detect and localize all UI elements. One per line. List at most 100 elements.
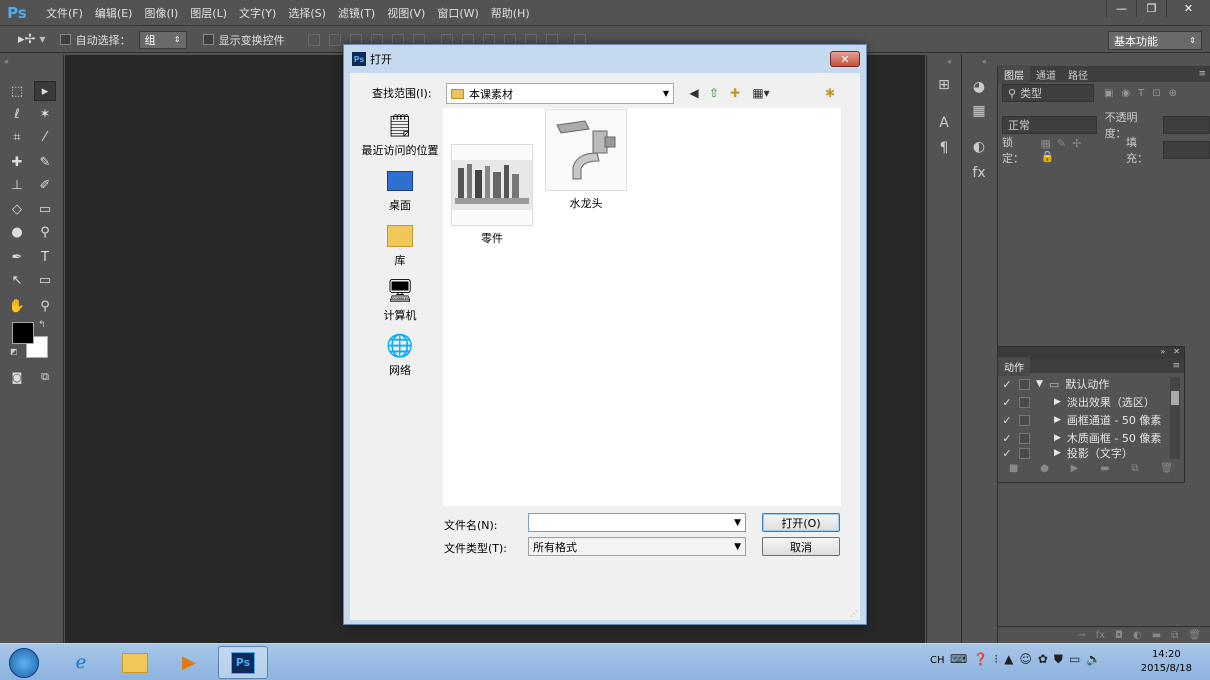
expand-triangle-icon[interactable]: ▼ — [1036, 379, 1043, 389]
show-transform-checkbox[interactable] — [202, 34, 214, 45]
expand-triangle-icon[interactable]: ▶ — [1054, 415, 1061, 425]
fill-field[interactable] — [1162, 141, 1210, 159]
dialog-toggle-box[interactable] — [1019, 432, 1030, 444]
collapse-icon[interactable]: » — [1160, 347, 1165, 359]
panel-menu-icon[interactable]: ≡ — [1198, 69, 1206, 79]
menu-edit[interactable]: 编辑(E) — [95, 5, 133, 21]
start-button[interactable] — [0, 646, 48, 679]
place-network[interactable]: 🌐 网络 — [360, 332, 440, 378]
foreground-color-swatch[interactable] — [12, 322, 34, 344]
quick-mask-icon[interactable]: ◙ — [6, 367, 28, 387]
default-colors-icon[interactable]: ◩ — [10, 347, 18, 356]
filter-icons[interactable]: ▣◉T⊡⊕ — [1104, 88, 1185, 99]
expand-triangle-icon[interactable]: ▶ — [1054, 433, 1061, 443]
file-explorer-icon[interactable] — [110, 646, 160, 679]
photoshop-taskbar-button[interactable]: Ps — [218, 646, 268, 679]
clone-stamp-tool-icon[interactable]: ⊥ — [6, 175, 28, 195]
menu-window[interactable]: 窗口(W) — [437, 5, 478, 21]
place-libraries[interactable]: 库 — [360, 222, 440, 268]
type-tool-icon[interactable]: T — [34, 247, 56, 267]
character-panel-icon[interactable]: A — [934, 113, 954, 133]
expand-triangle-icon[interactable]: ▶ — [1054, 448, 1061, 458]
tab-paths[interactable]: 路径 — [1062, 65, 1094, 84]
auto-select-dropdown[interactable]: 组 ⇕ — [138, 30, 187, 49]
place-recent[interactable]: 🗒 最近访问的位置 — [360, 112, 440, 158]
volume-icon[interactable]: 🔈 — [1086, 652, 1101, 667]
hand-tool-icon[interactable]: ✋ — [6, 296, 28, 316]
rectangle-tool-icon[interactable]: ▭ — [34, 270, 56, 290]
dialog-title-bar[interactable]: Ps 打开 — [344, 45, 866, 73]
up-folder-icon[interactable]: ⇧ — [706, 85, 722, 101]
workspace-dropdown[interactable]: 基本功能 ⇕ — [1108, 31, 1202, 50]
look-in-dropdown[interactable]: 本课素材 ▼ — [446, 83, 674, 104]
collapse-icon[interactable]: « — [982, 57, 987, 66]
crop-tool-icon[interactable]: ⌗ — [6, 127, 28, 147]
internet-explorer-icon[interactable]: ℯ — [56, 646, 106, 679]
brush-tool-icon[interactable]: ✎ — [34, 152, 56, 172]
delete-layer-icon[interactable]: 🗑 — [1188, 630, 1201, 641]
scrollbar-thumb[interactable] — [1171, 391, 1179, 405]
dialog-toggle-box[interactable] — [1019, 378, 1030, 390]
blur-tool-icon[interactable]: ● — [6, 222, 28, 242]
open-button[interactable]: 打开(O) — [762, 513, 840, 532]
add-mask-icon[interactable]: ◘ — [1115, 630, 1123, 641]
record-icon[interactable]: ● — [1040, 463, 1049, 474]
new-group-icon[interactable]: ▬ — [1152, 630, 1161, 641]
swap-colors-icon[interactable]: ↰ — [38, 320, 46, 330]
dialog-close-button[interactable]: ✕ — [830, 51, 860, 67]
gradient-tool-icon[interactable]: ▭ — [34, 199, 56, 219]
tray-menu-icon[interactable]: ⁝ — [994, 652, 998, 667]
link-layers-icon[interactable]: ⊸ — [1077, 630, 1085, 641]
chevron-down-icon[interactable]: ▼ — [734, 518, 741, 528]
dialog-toggle-box[interactable] — [1019, 447, 1030, 459]
favorites-icon[interactable]: ✱ — [822, 85, 838, 101]
eyedropper-tool-icon[interactable]: ⁄ — [34, 127, 56, 147]
check-icon[interactable]: ✓ — [998, 414, 1016, 427]
media-player-icon[interactable]: ▶ — [164, 646, 214, 679]
expand-triangle-icon[interactable]: ▶ — [1054, 397, 1061, 407]
action-row[interactable]: ✓ ▶ 淡出效果（选区） — [998, 393, 1170, 411]
layer-filter-dropdown[interactable]: ⚲ 类型 — [1002, 84, 1094, 102]
dialog-toggle-box[interactable] — [1019, 414, 1030, 426]
menu-view[interactable]: 视图(V) — [387, 5, 425, 21]
clock[interactable]: 14:20 2015/8/18 — [1141, 648, 1192, 676]
lock-icons[interactable]: ▦✎✢🔒 — [1041, 137, 1107, 163]
action-row[interactable]: ✓ ▼ ▭ 默认动作 — [998, 375, 1170, 393]
place-desktop[interactable]: 桌面 — [360, 167, 440, 213]
menu-filter[interactable]: 滤镜(T) — [338, 5, 375, 21]
close-window-button[interactable]: ✕ — [1166, 0, 1210, 17]
filename-input[interactable]: ▼ — [528, 513, 746, 532]
history-panel-icon[interactable]: ⊞ — [934, 75, 954, 95]
actions-scrollbar[interactable] — [1170, 377, 1180, 459]
menu-file[interactable]: 文件(F) — [46, 5, 83, 21]
history-brush-tool-icon[interactable]: ✐ — [34, 175, 56, 195]
file-list[interactable]: 零件 水龙头 — [443, 108, 841, 506]
screen-mode-icon[interactable]: ⧉ — [34, 367, 56, 387]
play-icon[interactable]: ▶ — [1071, 463, 1079, 474]
minimize-button[interactable]: — — [1106, 0, 1136, 17]
action-row[interactable]: ✓ ▶ 画框通道 - 50 像素 — [998, 411, 1170, 429]
tab-actions[interactable]: 动作 — [998, 356, 1030, 376]
collapse-icon[interactable]: « — [947, 57, 952, 66]
fx-icon[interactable]: fx — [1096, 630, 1105, 641]
stop-icon[interactable]: ■ — [1009, 463, 1018, 474]
keyboard-icon[interactable]: ⌨ — [950, 652, 967, 667]
swatches-panel-icon[interactable]: ▦ — [969, 101, 989, 121]
network-tray-icon[interactable]: ▭ — [1069, 652, 1080, 667]
move-tool-preset-icon[interactable]: ▸✢ — [18, 32, 35, 47]
new-set-icon[interactable]: ▬ — [1100, 463, 1109, 474]
show-hidden-icons[interactable]: ▲ — [1004, 652, 1013, 667]
path-selection-tool-icon[interactable]: ↖ — [6, 270, 28, 290]
resize-grip-icon[interactable]: ⋰ — [850, 609, 858, 618]
zoom-tool-icon[interactable]: ⚲ — [34, 296, 56, 316]
filetype-dropdown[interactable]: 所有格式 ▼ — [528, 537, 746, 556]
marquee-tool-icon[interactable]: ⬚ — [6, 81, 28, 101]
check-icon[interactable]: ✓ — [998, 378, 1016, 391]
action-row[interactable]: ✓ ▶ 木质画框 - 50 像素 — [998, 429, 1170, 447]
color-panel-icon[interactable]: ◕ — [969, 77, 989, 97]
check-icon[interactable]: ✓ — [998, 447, 1016, 459]
language-indicator[interactable]: CH — [930, 655, 945, 666]
move-tool-icon[interactable]: ▸ — [34, 81, 56, 101]
opacity-field[interactable] — [1162, 116, 1210, 134]
menu-image[interactable]: 图像(I) — [144, 5, 178, 21]
